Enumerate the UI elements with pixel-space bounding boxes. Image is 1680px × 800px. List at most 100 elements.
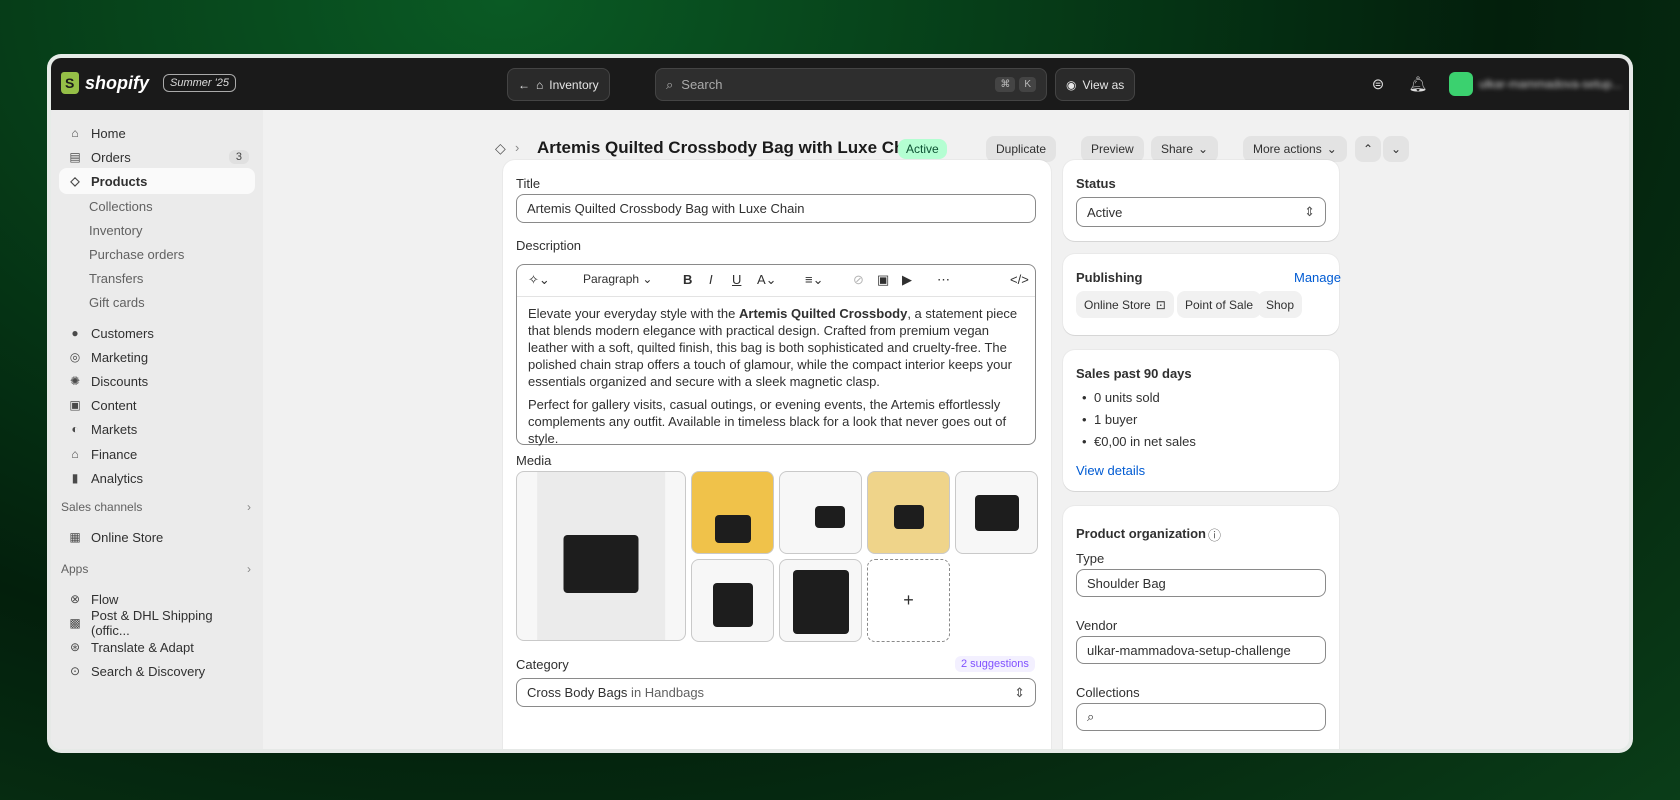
back-to-inventory-button[interactable]: ← ⌂ Inventory <box>507 68 610 101</box>
add-media-button[interactable]: + <box>867 559 950 642</box>
sidebar-item-translate[interactable]: ⊛ Translate & Adapt <box>59 634 255 660</box>
italic-icon[interactable]: I <box>709 272 713 287</box>
sidebar-item-label: Analytics <box>91 470 144 486</box>
sidebar-item-label: Orders <box>91 149 131 165</box>
sales-channels-label: Sales channels <box>61 500 143 514</box>
sidebar-item-finance[interactable]: ⌂ Finance <box>59 441 255 467</box>
type-input[interactable]: Shoulder Bag <box>1076 569 1326 597</box>
editor-toolbar: ✧⌄ Paragraph ⌄ B I U A⌄ ≡⌄ ⊘ ▣ ▶ ⋯ </> <box>517 265 1035 297</box>
description-text[interactable]: Elevate your everyday style with the Art… <box>528 305 1028 453</box>
sales-channels-header[interactable]: Sales channels › <box>61 500 251 514</box>
status-select[interactable]: Active ⇕ <box>1076 197 1326 227</box>
media-item[interactable] <box>955 471 1038 554</box>
sidebar-item-purchase-orders[interactable]: Purchase orders <box>59 241 255 267</box>
sidebar-item-search-discovery[interactable]: ⊙ Search & Discovery <box>59 658 255 684</box>
media-item[interactable] <box>867 471 950 554</box>
sidebar-item-products[interactable]: ◇ Products <box>59 168 255 194</box>
target-icon: ◎ <box>69 350 81 364</box>
sidebar-item-label: Flow <box>91 591 119 607</box>
more-actions-button[interactable]: More actions ⌄ <box>1243 136 1347 162</box>
sidebar-item-gift-cards[interactable]: Gift cards <box>59 289 255 315</box>
video-icon[interactable]: ▶ <box>902 272 912 288</box>
sidebar-item-home[interactable]: ⌂ Home <box>59 120 255 146</box>
sidebar-item-transfers[interactable]: Transfers <box>59 265 255 291</box>
more-actions-label: More actions <box>1253 142 1322 156</box>
vendor-input[interactable]: ulkar-mammadova-setup-challenge <box>1076 636 1326 664</box>
tag-icon[interactable]: ◇ <box>495 140 506 157</box>
search-input[interactable]: ⌕ Search ⌘ K <box>655 68 1047 101</box>
sidebar-item-content[interactable]: ▣ Content <box>59 392 255 418</box>
publishing-card: Publishing Manage Online Store ⊡ Point of… <box>1063 254 1341 335</box>
top-bar: shopify Summer '25 ← ⌂ Inventory ⌕ Searc… <box>51 58 1629 110</box>
collections-search-input[interactable]: ⌕ <box>1076 703 1326 731</box>
sidebar-item-analytics[interactable]: ▮ Analytics <box>59 465 255 491</box>
account-menu[interactable]: ulkar-mammadova-setup... <box>1449 72 1622 96</box>
bag-image <box>712 582 753 627</box>
shopify-bag-icon <box>61 72 79 94</box>
media-item-main[interactable] <box>516 471 686 641</box>
info-icon[interactable]: ⓘ <box>1208 525 1221 544</box>
code-icon[interactable]: </> <box>1010 272 1029 287</box>
paragraph-select[interactable]: Paragraph ⌄ <box>583 272 652 286</box>
apps-header[interactable]: Apps › <box>61 562 251 576</box>
category-select[interactable]: Cross Body Bags in Handbags ⇕ <box>516 678 1036 707</box>
edition-badge[interactable]: Summer '25 <box>163 74 236 92</box>
media-item[interactable] <box>779 559 862 642</box>
duplicate-button[interactable]: Duplicate <box>986 136 1057 162</box>
preview-button[interactable]: Preview <box>1081 136 1144 162</box>
breadcrumb-chevron-icon: › <box>515 140 520 155</box>
status-value: Active <box>1087 204 1123 220</box>
store-icon: ⌂ <box>536 77 544 92</box>
share-button[interactable]: Share ⌄ <box>1151 136 1219 162</box>
bold-icon[interactable]: B <box>683 272 692 287</box>
shopify-logo[interactable]: shopify Summer '25 <box>61 72 236 94</box>
kbd-k: K <box>1019 77 1036 92</box>
person-icon: ● <box>71 326 79 340</box>
home-icon: ⌂ <box>71 126 79 140</box>
underline-icon[interactable]: U <box>732 272 741 287</box>
sidebar-item-customers[interactable]: ● Customers <box>59 320 255 346</box>
image-icon[interactable]: ▣ <box>877 272 889 288</box>
media-item[interactable] <box>691 559 774 642</box>
sidebar-item-markets[interactable]: ◐ Markets <box>59 416 255 442</box>
sidebar-item-marketing[interactable]: ◎ Marketing <box>59 344 255 370</box>
sidebar-item-online-store[interactable]: ▦ Online Store <box>59 524 255 550</box>
channel-chip[interactable]: Point of Sale <box>1177 291 1262 318</box>
bag-image <box>714 514 751 543</box>
desc-text: Elevate your everyday style with the <box>528 306 739 321</box>
view-details-link[interactable]: View details <box>1076 463 1145 478</box>
bell-icon[interactable]: 🔔︎ <box>1406 72 1430 96</box>
sidebar-item-inventory[interactable]: Inventory <box>59 217 255 243</box>
sidebar-item-label: Translate & Adapt <box>91 639 194 655</box>
view-as-button[interactable]: ◉ View as <box>1055 68 1136 101</box>
sidebar-item-label: Content <box>91 397 137 413</box>
logo-text: shopify <box>85 72 150 93</box>
description-editor: ✧⌄ Paragraph ⌄ B I U A⌄ ≡⌄ ⊘ ▣ ▶ ⋯ </> E… <box>516 264 1036 446</box>
next-product-button[interactable]: ⌄ <box>1383 136 1410 162</box>
media-item[interactable] <box>779 471 862 554</box>
sidebar-item-discounts[interactable]: ✺ Discounts <box>59 368 255 394</box>
sidebar-item-label: Customers <box>91 325 154 341</box>
text-color-icon[interactable]: A⌄ <box>757 272 777 288</box>
sidekick-icon[interactable]: ⊜ <box>1366 72 1390 96</box>
category-parent: in Handbags <box>627 685 705 700</box>
magic-icon[interactable]: ✧⌄ <box>528 272 550 288</box>
previous-product-button[interactable]: ⌃ <box>1355 136 1382 162</box>
publishing-label: Publishing <box>1076 270 1143 285</box>
media-item[interactable] <box>691 471 774 554</box>
eye-icon: ◉ <box>1066 77 1077 92</box>
sidebar-item-collections[interactable]: Collections <box>59 193 255 219</box>
sidebar-item-label: Online Store <box>91 529 164 545</box>
sidebar-item-post-dhl[interactable]: ▩ Post & DHL Shipping (offic... <box>59 608 255 638</box>
title-input[interactable]: Artemis Quilted Crossbody Bag with Luxe … <box>516 194 1036 223</box>
align-icon[interactable]: ≡⌄ <box>805 272 823 288</box>
channel-chip[interactable]: Shop <box>1258 291 1303 318</box>
sidebar-item-orders[interactable]: ▤ Orders 3 <box>59 144 255 170</box>
status-label: Status <box>1076 176 1116 191</box>
channel-label: Online Store <box>1084 297 1151 312</box>
link-icon[interactable]: ⊘ <box>853 272 864 288</box>
channel-chip[interactable]: Online Store ⊡ <box>1076 291 1174 318</box>
suggestions-badge[interactable]: 2 suggestions <box>955 656 1035 672</box>
manage-link[interactable]: Manage <box>1294 270 1341 285</box>
more-icon[interactable]: ⋯ <box>937 272 950 288</box>
